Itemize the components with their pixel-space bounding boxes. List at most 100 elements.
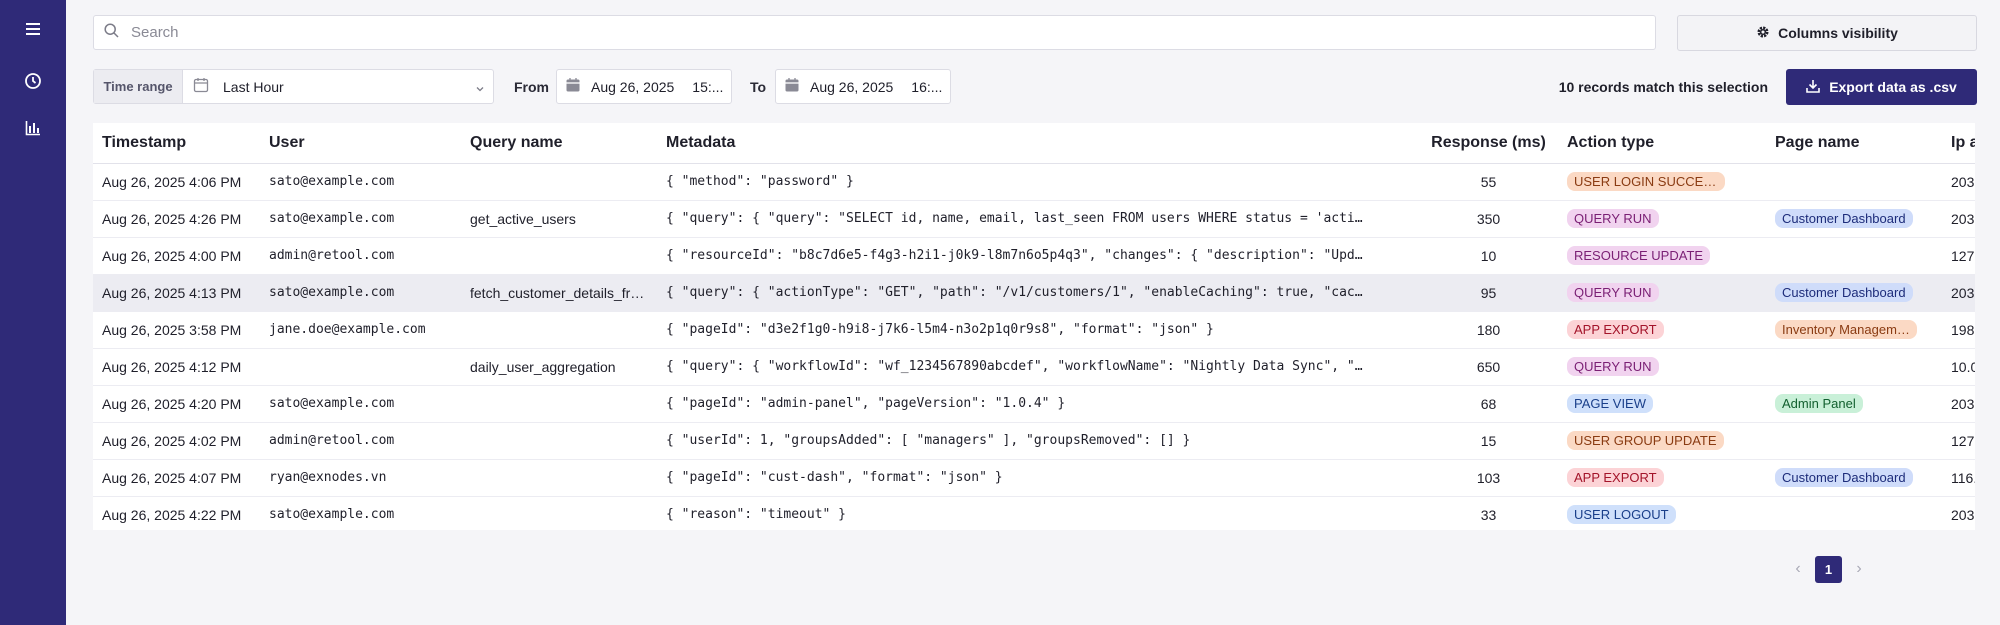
cell-query-name: [461, 237, 657, 275]
cell-ip-address: 198.5: [1942, 311, 1975, 349]
cell-response: 33: [1419, 496, 1558, 530]
cell-user: ryan@exnodes.vn: [260, 459, 461, 497]
cell-action-type: APP EXPORT: [1558, 311, 1766, 349]
cell-user: sato@example.com: [260, 163, 461, 201]
from-label: From: [514, 78, 549, 95]
cell-query-name: [461, 163, 657, 201]
table-row[interactable]: Aug 26, 2025 4:07 PM ryan@exnodes.vn { "pa…: [93, 459, 1975, 497]
cell-response: 15: [1419, 422, 1558, 460]
cell-query-name: get_active_users: [461, 200, 657, 238]
cell-page-name: [1766, 496, 1942, 530]
cell-metadata: { "resourceId": "b8c7d6e5-f4g3-h2i1-j0k9…: [657, 237, 1419, 275]
table-row[interactable]: Aug 26, 2025 4:00 PM admin@retool.com { "r…: [93, 237, 1975, 275]
cell-response: 180: [1419, 311, 1558, 349]
page-button-current[interactable]: 1: [1815, 555, 1842, 583]
cell-page-name: Customer Dashboard: [1766, 459, 1942, 497]
table-row[interactable]: Aug 26, 2025 4:02 PM admin@retool.com { "u…: [93, 422, 1975, 460]
cell-timestamp: Aug 26, 2025 4:20 PM: [93, 385, 260, 423]
cell-metadata: { "query": { "query": "SELECT id, name, …: [657, 200, 1419, 238]
time-range-control: Time range Last Hour: [93, 69, 494, 104]
column-header-user[interactable]: User: [260, 123, 461, 164]
time-range-select[interactable]: Last Hour: [183, 70, 493, 103]
from-time: 15:...: [692, 78, 724, 95]
cell-action-type: PAGE VIEW: [1558, 385, 1766, 423]
table-row[interactable]: Aug 26, 2025 4:22 PM sato@example.com { "r…: [93, 496, 1975, 530]
cell-response: 10: [1419, 237, 1558, 275]
record-count: 10 records match this selection: [1558, 78, 1768, 95]
to-date-picker[interactable]: Aug 26, 2025 16:...: [775, 69, 951, 104]
cell-metadata: { "query": { "actionType": "GET", "path"…: [657, 274, 1419, 312]
column-header-timestamp[interactable]: Timestamp: [93, 123, 260, 164]
table-row[interactable]: Aug 26, 2025 4:13 PM sato@example.com fetc…: [93, 274, 1975, 312]
search-input[interactable]: [131, 24, 1531, 41]
table-row[interactable]: Aug 26, 2025 4:26 PM sato@example.com get_…: [93, 200, 1975, 238]
to-label: To: [750, 78, 767, 95]
column-header-action-type[interactable]: Action type: [1558, 123, 1766, 164]
next-page-button[interactable]: ›: [1848, 560, 1870, 578]
cell-timestamp: Aug 26, 2025 4:22 PM: [93, 496, 260, 530]
cell-action-type: RESOURCE UPDATE: [1558, 237, 1766, 275]
action-type-badge: USER LOGOUT: [1567, 505, 1676, 524]
cell-page-name: [1766, 422, 1942, 460]
menu-icon[interactable]: [17, 13, 49, 45]
page-name-badge: Inventory Managem…: [1775, 320, 1917, 339]
column-header-response[interactable]: Response (ms): [1419, 123, 1558, 164]
records-table: Timestamp User Query name Metadata Respo…: [93, 123, 1975, 530]
cell-timestamp: Aug 26, 2025 3:58 PM: [93, 311, 260, 349]
export-csv-button[interactable]: Export data as .csv: [1786, 69, 1977, 105]
cell-timestamp: Aug 26, 2025 4:12 PM: [93, 348, 260, 386]
cell-user: sato@example.com: [260, 200, 461, 238]
cell-page-name: Inventory Managem…: [1766, 311, 1942, 349]
cell-page-name: [1766, 163, 1942, 201]
page-name-badge: Admin Panel: [1775, 394, 1863, 413]
cell-metadata: { "method": "password" }: [657, 163, 1419, 201]
action-type-badge: PAGE VIEW: [1567, 394, 1653, 413]
search-bar: [93, 15, 1656, 50]
cell-user: sato@example.com: [260, 385, 461, 423]
cell-metadata: { "userId": 1, "groupsAdded": [ "manager…: [657, 422, 1419, 460]
page-name-badge: Customer Dashboard: [1775, 209, 1913, 228]
cell-query-name: [461, 311, 657, 349]
from-date-picker[interactable]: Aug 26, 2025 15:...: [556, 69, 732, 104]
columns-visibility-button[interactable]: Columns visibility: [1677, 15, 1977, 51]
search-icon: [104, 22, 119, 43]
cell-response: 68: [1419, 385, 1558, 423]
cell-response: 55: [1419, 163, 1558, 201]
cell-ip-address: 10.0.0: [1942, 348, 1975, 386]
cell-response: 350: [1419, 200, 1558, 238]
cell-timestamp: Aug 26, 2025 4:00 PM: [93, 237, 260, 275]
cell-response: 103: [1419, 459, 1558, 497]
cell-timestamp: Aug 26, 2025 4:02 PM: [93, 422, 260, 460]
cell-query-name: fetch_customer_details_fr…: [461, 274, 657, 312]
cell-metadata: { "pageId": "cust-dash", "format": "json…: [657, 459, 1419, 497]
from-date: Aug 26, 2025: [591, 78, 675, 95]
clock-icon[interactable]: [17, 65, 49, 97]
table-row[interactable]: Aug 26, 2025 4:06 PM sato@example.com { "m…: [93, 163, 1975, 201]
cell-action-type: USER LOGIN SUCCESS: [1558, 163, 1766, 201]
column-header-query-name[interactable]: Query name: [461, 123, 657, 164]
cell-timestamp: Aug 26, 2025 4:06 PM: [93, 163, 260, 201]
table-row[interactable]: Aug 26, 2025 4:20 PM sato@example.com { "p…: [93, 385, 1975, 423]
cell-ip-address: 203.0: [1942, 385, 1975, 423]
gear-icon: [1756, 25, 1778, 42]
column-header-ip-address[interactable]: Ip ad: [1942, 123, 1975, 164]
action-type-badge: USER LOGIN SUCCESS: [1567, 172, 1725, 191]
cell-page-name: [1766, 348, 1942, 386]
cell-action-type: APP EXPORT: [1558, 459, 1766, 497]
cell-user: jane.doe@example.com: [260, 311, 461, 349]
cell-query-name: daily_user_aggregation: [461, 348, 657, 386]
cell-user: admin@retool.com: [260, 422, 461, 460]
bar-chart-icon[interactable]: [17, 112, 49, 144]
cell-user: sato@example.com: [260, 274, 461, 312]
time-range-label: Time range: [94, 70, 183, 103]
column-header-page-name[interactable]: Page name: [1766, 123, 1942, 164]
cell-query-name: [461, 422, 657, 460]
table-row[interactable]: Aug 26, 2025 4:12 PM daily_user_aggregati…: [93, 348, 1975, 386]
table-row[interactable]: Aug 26, 2025 3:58 PM jane.doe@example.com…: [93, 311, 1975, 349]
previous-page-button[interactable]: ‹: [1787, 560, 1809, 578]
column-header-metadata[interactable]: Metadata: [657, 123, 1419, 164]
cell-ip-address: 203.0: [1942, 163, 1975, 201]
time-range-value: Last Hour: [223, 78, 284, 95]
cell-user: admin@retool.com: [260, 237, 461, 275]
columns-visibility-label: Columns visibility: [1778, 25, 1898, 41]
